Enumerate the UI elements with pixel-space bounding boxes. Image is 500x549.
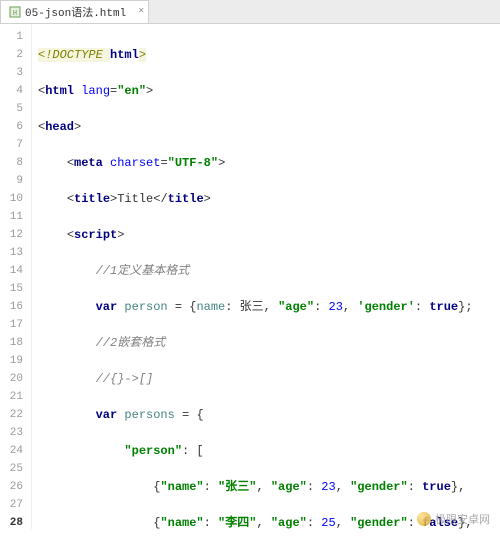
tab-label: 05-json语法.html <box>25 4 126 20</box>
watermark-icon <box>417 512 431 526</box>
code-line: //{}->[] <box>38 370 480 388</box>
line-number: 15 <box>4 280 23 298</box>
code-line: var persons = { <box>38 406 480 424</box>
line-number: 23 <box>4 424 23 442</box>
line-number: 4 <box>4 82 23 100</box>
code-line: {"name": "张三", "age": 23, "gender": true… <box>38 478 480 496</box>
code-line: var person = {name: 张三, "age": 23, 'gend… <box>38 298 480 316</box>
line-number: 13 <box>4 244 23 262</box>
watermark: 极限安卓网 <box>417 511 490 527</box>
code-line: <!DOCTYPE html> <box>38 46 480 64</box>
html-file-icon: H <box>9 6 21 18</box>
code-line: //1定义基本格式 <box>38 262 480 280</box>
line-number: 12 <box>4 226 23 244</box>
line-number: 1 <box>4 28 23 46</box>
svg-text:H: H <box>13 10 17 18</box>
code-line: <html lang="en"> <box>38 82 480 100</box>
line-number: 28 <box>4 514 23 529</box>
watermark-text: 极限安卓网 <box>435 511 490 527</box>
line-number: 5 <box>4 100 23 118</box>
line-number: 22 <box>4 406 23 424</box>
line-number: 24 <box>4 442 23 460</box>
line-gutter: 1234567891011121314151617181920212223242… <box>0 24 32 529</box>
code-line: {"name": "李四", "age": 25, "gender": fals… <box>38 514 480 529</box>
line-number: 3 <box>4 64 23 82</box>
code-editor[interactable]: 1234567891011121314151617181920212223242… <box>0 24 500 529</box>
line-number: 14 <box>4 262 23 280</box>
line-number: 18 <box>4 334 23 352</box>
line-number: 9 <box>4 172 23 190</box>
code-line: <title>Title</title> <box>38 190 480 208</box>
line-number: 10 <box>4 190 23 208</box>
code-line: <meta charset="UTF-8"> <box>38 154 480 172</box>
code-line: <head> <box>38 118 480 136</box>
line-number: 21 <box>4 388 23 406</box>
code-area[interactable]: <!DOCTYPE html> <html lang="en"> <head> … <box>32 24 480 529</box>
close-icon[interactable]: × <box>138 7 144 18</box>
file-tab[interactable]: H 05-json语法.html × <box>0 0 149 23</box>
line-number: 11 <box>4 208 23 226</box>
line-number: 25 <box>4 460 23 478</box>
line-number: 6 <box>4 118 23 136</box>
line-number: 20 <box>4 370 23 388</box>
code-line: <script> <box>38 226 480 244</box>
line-number: 7 <box>4 136 23 154</box>
tab-bar: H 05-json语法.html × <box>0 0 500 24</box>
line-number: 17 <box>4 316 23 334</box>
code-line: "person": [ <box>38 442 480 460</box>
line-number: 27 <box>4 496 23 514</box>
line-number: 16 <box>4 298 23 316</box>
line-number: 8 <box>4 154 23 172</box>
line-number: 26 <box>4 478 23 496</box>
line-number: 19 <box>4 352 23 370</box>
line-number: 2 <box>4 46 23 64</box>
code-line: //2嵌套格式 <box>38 334 480 352</box>
